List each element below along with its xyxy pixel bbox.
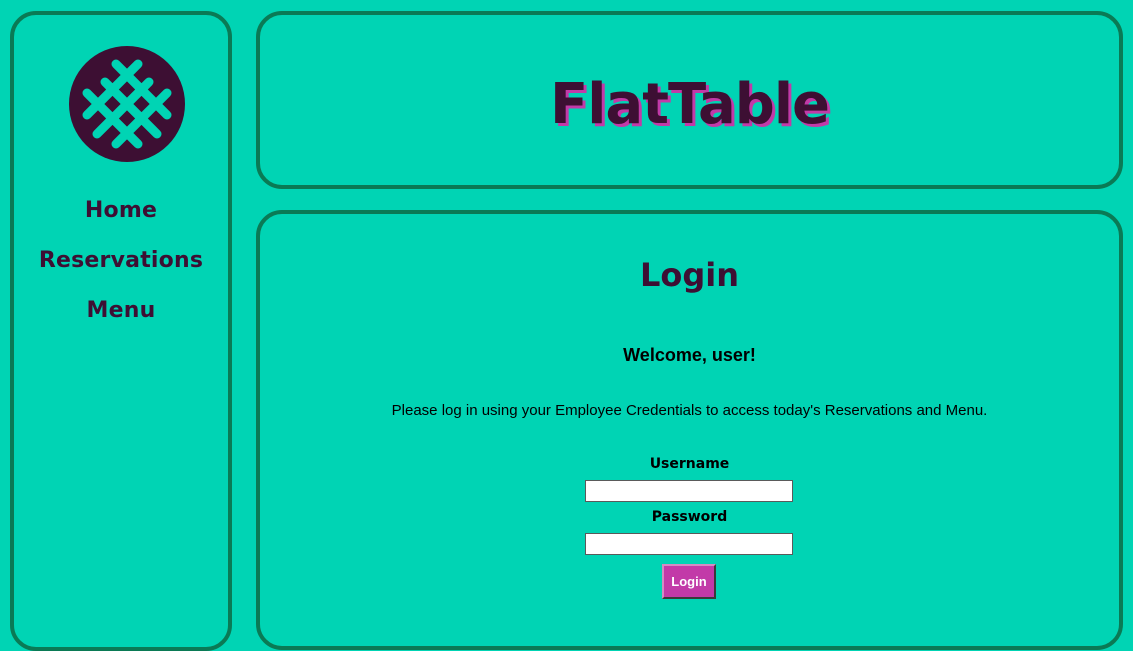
login-panel: Login Welcome, user! Please log in using… <box>256 210 1123 650</box>
username-label: Username <box>649 456 730 472</box>
sidebar: Home Reservations Menu <box>10 11 232 651</box>
header-banner: FlatTable <box>256 11 1123 189</box>
login-heading: Login <box>639 256 740 294</box>
password-input[interactable] <box>585 533 793 555</box>
brand-title: FlatTable <box>549 72 830 137</box>
waffle-grid-icon[interactable] <box>69 46 185 162</box>
username-input[interactable] <box>585 480 793 502</box>
login-button[interactable]: Login <box>662 564 716 599</box>
nav-home-link[interactable]: Home <box>14 198 228 223</box>
welcome-message: Welcome, user! <box>623 345 756 365</box>
nav-menu-link[interactable]: Menu <box>14 298 228 323</box>
password-label: Password <box>651 509 728 525</box>
nav-reservations-link[interactable]: Reservations <box>14 248 228 273</box>
login-instructions: Please log in using your Employee Creden… <box>391 402 988 419</box>
